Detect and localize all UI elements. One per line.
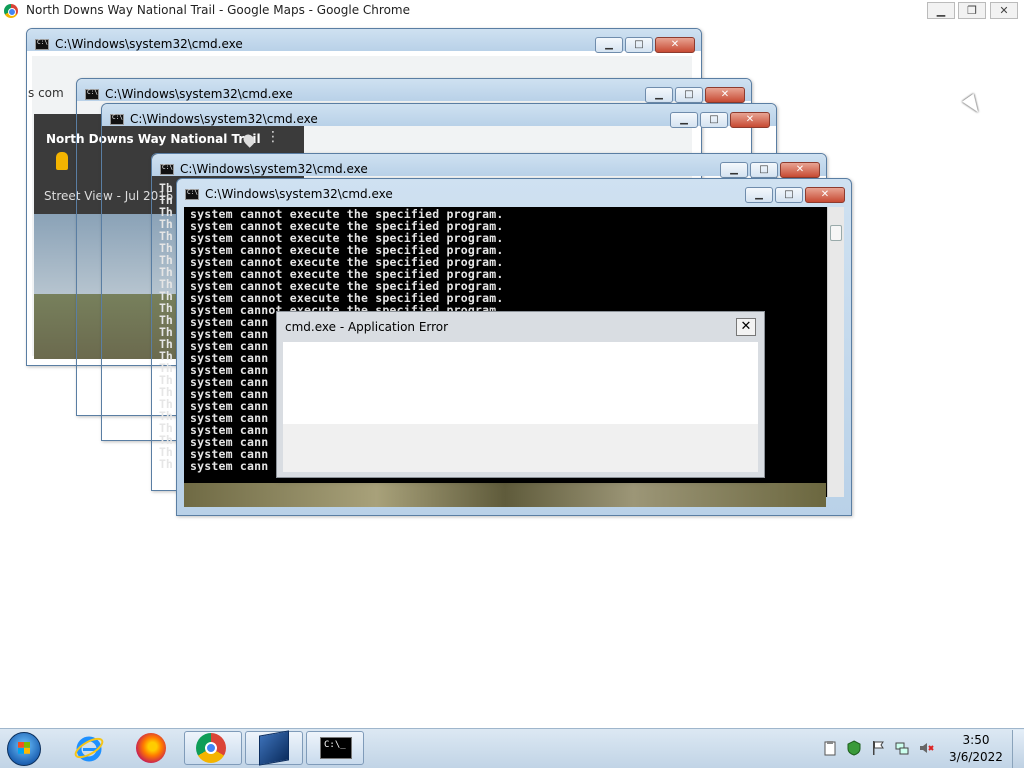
close-button[interactable]: ✕ bbox=[705, 87, 745, 103]
volume-muted-icon[interactable] bbox=[918, 740, 934, 756]
minimize-button[interactable]: ▁ bbox=[745, 187, 773, 203]
clipboard-icon[interactable] bbox=[822, 740, 838, 756]
dialog-close-button[interactable]: ✕ bbox=[736, 318, 756, 336]
cmd-icon bbox=[160, 164, 174, 175]
internet-explorer-icon bbox=[74, 736, 104, 762]
close-button[interactable]: ✕ bbox=[780, 162, 820, 178]
cmd-window-title: C:\Windows\system32\cmd.exe bbox=[55, 37, 243, 51]
application-error-dialog[interactable]: cmd.exe - Application Error ✕ bbox=[276, 311, 765, 478]
maximize-button[interactable]: □ bbox=[750, 162, 778, 178]
cmd-icon bbox=[85, 89, 99, 100]
console-line-prefix: Th bbox=[159, 457, 173, 471]
virtualbox-icon bbox=[259, 730, 289, 766]
cmd-window-title: C:\Windows\system32\cmd.exe bbox=[180, 162, 368, 176]
chrome-close-button[interactable]: ✕ bbox=[990, 2, 1018, 19]
clock-date[interactable]: 3/6/2022 bbox=[946, 750, 1006, 764]
cmd-icon bbox=[35, 39, 49, 50]
action-center-icon[interactable] bbox=[846, 740, 862, 756]
network-icon[interactable] bbox=[894, 740, 910, 756]
close-button[interactable]: ✕ bbox=[730, 112, 770, 128]
maximize-button[interactable]: □ bbox=[775, 187, 803, 203]
console-line-prefixes: Th Th Th Th Th Th Th Th Th Th Th Th Th Th Th Th Th Th Th Th… bbox=[159, 181, 185, 471]
command-prompt-icon bbox=[320, 737, 352, 759]
maximize-button[interactable]: □ bbox=[675, 87, 703, 103]
maximize-button[interactable]: □ bbox=[625, 37, 653, 53]
console-scrollbar[interactable] bbox=[827, 207, 844, 497]
cmd-icon bbox=[185, 189, 199, 200]
cmd-window-title: C:\Windows\system32\cmd.exe bbox=[205, 187, 393, 201]
dialog-body bbox=[283, 342, 758, 424]
cmd-window-title: C:\Windows\system32\cmd.exe bbox=[130, 112, 318, 126]
cmd-icon bbox=[110, 114, 124, 125]
flag-icon[interactable] bbox=[870, 740, 886, 756]
console-line: system cann bbox=[190, 459, 269, 473]
firefox-icon bbox=[136, 733, 166, 763]
chrome-titlebar[interactable]: North Downs Way National Trail - Google … bbox=[0, 0, 1024, 22]
maximize-button[interactable]: □ bbox=[700, 112, 728, 128]
minimize-button[interactable]: ▁ bbox=[595, 37, 623, 53]
show-desktop-button[interactable] bbox=[1012, 730, 1024, 768]
chrome-icon bbox=[196, 733, 226, 763]
street-view-image-strip bbox=[184, 483, 826, 507]
chrome-restore-button[interactable]: ❐ bbox=[958, 2, 986, 19]
minimize-button[interactable]: ▁ bbox=[720, 162, 748, 178]
minimize-button[interactable]: ▁ bbox=[670, 112, 698, 128]
start-button[interactable] bbox=[7, 732, 41, 766]
dialog-title: cmd.exe - Application Error bbox=[285, 320, 449, 334]
close-button[interactable]: ✕ bbox=[655, 37, 695, 53]
chrome-window-title: North Downs Way National Trail - Google … bbox=[26, 3, 410, 17]
chrome-icon bbox=[4, 4, 18, 18]
minimize-button[interactable]: ▁ bbox=[645, 87, 673, 103]
clock-time[interactable]: 3:50 bbox=[954, 733, 998, 747]
cmd-window-title: C:\Windows\system32\cmd.exe bbox=[105, 87, 293, 101]
scrollbar-thumb[interactable] bbox=[830, 225, 842, 241]
chrome-minimize-button[interactable]: ▁ bbox=[927, 2, 955, 19]
close-button[interactable]: ✕ bbox=[805, 187, 845, 203]
mouse-cursor-icon bbox=[962, 93, 984, 117]
dialog-footer bbox=[283, 424, 758, 472]
